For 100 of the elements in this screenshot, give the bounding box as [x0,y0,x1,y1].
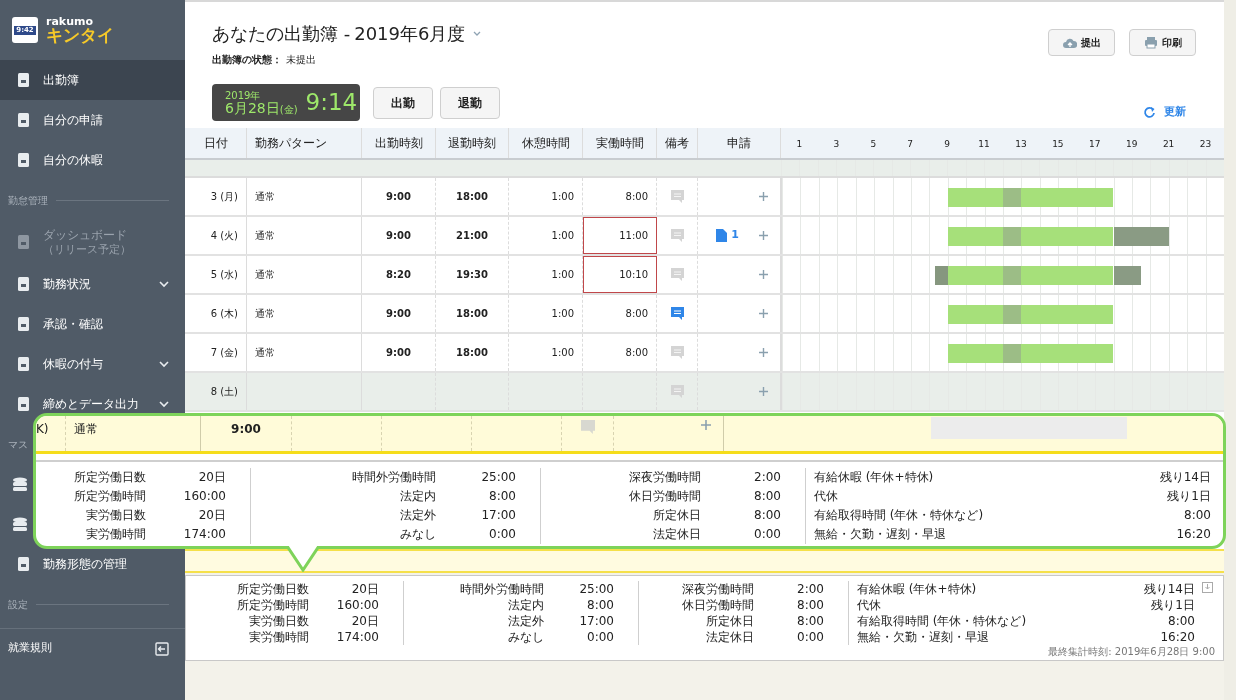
column-header: 出勤時刻 [362,128,436,158]
summary-value: 残り1日 [1167,488,1211,505]
work-time-bar [947,344,1003,363]
summary-value: 残り14日 [1143,581,1195,597]
exit-icon [155,641,169,656]
punch-button[interactable]: 出勤 [373,87,433,119]
print-button[interactable]: 印刷 [1129,29,1196,56]
summary-label: みなし [399,526,436,543]
summary-label: 深夜労働時間 [681,581,754,597]
add-icon[interactable] [759,387,768,396]
table-cell-text: 1:00 [551,229,574,243]
table-cell: 通常 [74,422,98,436]
sidebar-item[interactable]: 休暇の付与 [0,344,185,384]
summary-label: 所定労働時間 [73,488,146,505]
summary-value: 2:00 [796,581,824,597]
summary-label: 実労働日数 [248,613,309,629]
hour-label: 1 [796,138,803,151]
hour-label: 7 [907,138,914,151]
summary-value: 20日 [350,581,379,597]
add-icon[interactable] [759,348,768,357]
submit-button[interactable]: 提出 [1048,29,1115,56]
last-updated: 最終集計時刻: 2019年6月28日 9:00 [1048,645,1215,658]
summary-label: 時間外労働時間 [459,581,544,597]
summary-value: 8:00 [488,488,516,505]
sidebar-item[interactable]: 締めとデータ出力 [0,384,185,424]
summary-label: 有給休暇 (年休+特休) [857,581,978,597]
summary-label: 休日労働時間 [681,597,754,613]
hour-label: 5 [870,138,877,151]
table-cell-text: 8:20 [386,268,411,282]
status-label: 出勤簿の状態： [212,53,282,67]
period-selector[interactable]: 2019年6月度 [354,20,482,47]
hour-label: 11 [978,138,990,151]
summary-value: 8:00 [796,597,824,613]
table-cell-text: 21:00 [456,229,488,243]
database-icon [12,516,28,532]
database-icon [12,476,28,492]
work-time-bar [947,266,1003,285]
summary-label: 実労働時間 [85,526,146,543]
comment-icon[interactable] [670,346,684,359]
table-cell: K) [36,422,49,436]
document-icon [16,112,31,128]
sidebar-item[interactable]: 就業規則 [8,640,155,657]
column-header: 実働時間 [583,128,657,158]
add-icon[interactable] [759,309,768,318]
table-cell-text: 9:00 [386,229,411,243]
table-cell-text: 19:30 [456,268,488,282]
summary-value: 20日 [197,469,226,486]
add-icon[interactable] [759,231,768,240]
summary-label: 法定外 [399,507,436,524]
summary-value: 174:00 [182,526,226,543]
document-icon [716,229,728,242]
add-icon[interactable] [701,420,711,430]
download-icon[interactable] [1202,582,1213,593]
summary-label: 所定休日 [705,613,754,629]
break-time-bar [1003,188,1022,207]
punch-button[interactable]: 退勤 [440,87,500,119]
sidebar-item[interactable]: 承認・確認 [0,304,185,344]
summary-label: 法定休日 [652,526,701,543]
comment-icon[interactable] [670,229,684,242]
summary-value: 25:00 [480,469,516,486]
document-icon [16,396,31,412]
comment-icon[interactable] [670,190,684,203]
sidebar-item[interactable]: 自分の申請 [0,100,185,140]
sidebar-item[interactable]: 出勤簿 [0,60,185,100]
hour-label: 13 [1015,138,1027,151]
summary-label: 実労働時間 [248,629,309,645]
summary-label: 所定労働日数 [236,581,309,597]
table-cell-text: 4 (火) [210,229,238,243]
sidebar-section-label: マス [8,437,28,452]
summary-value: 17:00 [480,507,516,524]
column-header: 退勤時刻 [436,128,509,158]
add-icon[interactable] [759,192,768,201]
summary-value: 20日 [197,507,226,524]
summary-value: 8:00 [753,488,781,505]
comment-icon[interactable] [670,268,684,281]
sidebar-item[interactable]: 勤務形態の管理 [0,544,185,584]
add-icon[interactable] [759,270,768,279]
overtime-bar [1113,266,1142,285]
summary-label: 無給・欠勤・遅刻・早退 [814,526,947,543]
request-badge[interactable]: 1 [716,227,739,244]
column-header: 備考 [657,128,698,158]
summary-value: 25:00 [578,581,614,597]
summary-value: 174:00 [335,629,379,645]
comment-icon[interactable] [670,307,684,320]
table-cell-text: 1:00 [551,307,574,321]
sidebar-item[interactable]: 勤務状況 [0,264,185,304]
summary-value: 8:00 [796,613,824,629]
table-cell-text: 8:00 [625,307,648,321]
summary-value: 8:00 [753,507,781,524]
summary-label: 法定休日 [705,629,754,645]
table-cell-text: 10:10 [619,268,648,282]
summary-label: 時間外労働時間 [351,469,436,486]
summary-label: 法定外 [507,613,544,629]
summary-label: 有給取得時間 (年休・特休など) [814,507,985,524]
refresh-link[interactable]: 更新 [1143,104,1186,121]
summary-label: 無給・欠勤・遅刻・早退 [857,629,990,645]
table-cell-text: 5 (水) [210,268,238,282]
column-header: 日付 [185,128,247,158]
overtime-bar [1113,227,1169,246]
sidebar-item[interactable]: 自分の休暇 [0,140,185,180]
